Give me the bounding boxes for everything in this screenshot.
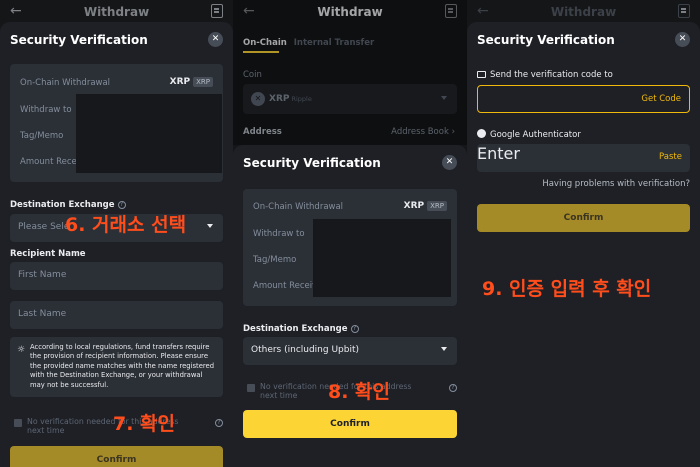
destination-exchange-label-text: Destination Exchange xyxy=(243,324,348,334)
authenticator-placeholder: Enter xyxy=(477,144,520,163)
verification-problems-link[interactable]: Having problems with verification? xyxy=(542,179,690,189)
destination-exchange-select[interactable]: Others (including Upbit) xyxy=(243,337,457,365)
google-authenticator-label: Google Authenticator xyxy=(477,129,581,140)
record-icon[interactable] xyxy=(678,4,690,18)
page-title: Withdraw xyxy=(83,5,150,19)
chevron-down-icon xyxy=(207,224,213,228)
redacted-block xyxy=(76,94,222,173)
tag-memo-label: Tag/Memo xyxy=(20,131,64,141)
help-icon[interactable]: ? xyxy=(449,384,457,392)
close-icon[interactable]: ✕ xyxy=(442,155,457,170)
panel-verification-code: ← Withdraw Security Verification ✕ Send … xyxy=(467,0,700,467)
top-bar: ← Withdraw xyxy=(0,0,233,24)
get-code-button[interactable]: Get Code xyxy=(641,94,681,104)
notice-text: According to local regulations, fund tra… xyxy=(30,343,215,389)
annotation-confirm: 7. 확인 xyxy=(113,413,176,435)
dim-overlay xyxy=(233,0,467,145)
destination-exchange-label-text: Destination Exchange xyxy=(10,200,115,210)
lightbulb-icon: ☼ xyxy=(17,345,26,355)
sheet-title: Security Verification xyxy=(10,33,148,47)
destination-placeholder: Please Sele xyxy=(18,222,70,232)
redacted-block xyxy=(313,219,451,297)
recipient-name-label: Recipient Name xyxy=(10,249,86,259)
mail-icon xyxy=(477,71,486,78)
back-arrow-icon[interactable]: ← xyxy=(10,3,22,19)
record-icon[interactable] xyxy=(211,4,223,18)
coin-name: XRP xyxy=(403,201,425,211)
panel-destination-confirm: ← Withdraw On-Chain Internal Transfer Co… xyxy=(233,0,467,467)
last-name-placeholder: Last Name xyxy=(18,309,67,319)
skip-verification-checkbox[interactable] xyxy=(14,419,22,427)
sheet-title: Security Verification xyxy=(243,156,381,170)
on-chain-label: On-Chain Withdrawal xyxy=(20,78,111,88)
coin-name: XRP xyxy=(169,77,191,87)
confirm-button[interactable]: Confirm xyxy=(10,446,223,467)
coin-tag: XRP xyxy=(427,201,447,211)
google-authenticator-text: Google Authenticator xyxy=(490,130,581,140)
confirm-button[interactable]: Confirm xyxy=(243,410,457,438)
skip-verification-checkbox[interactable] xyxy=(247,384,255,392)
security-verification-sheet: Security Verification ✕ Send the verific… xyxy=(467,22,700,467)
coin-value: XRP XRP xyxy=(170,77,213,87)
first-name-placeholder: First Name xyxy=(18,270,67,280)
last-name-input[interactable]: Last Name xyxy=(10,301,223,329)
coin-tag: XRP xyxy=(193,77,213,87)
on-chain-label: On-Chain Withdrawal xyxy=(253,202,344,212)
send-code-text: Send the verification code to xyxy=(490,70,613,80)
destination-value: Others (including Upbit) xyxy=(251,345,360,355)
close-icon[interactable]: ✕ xyxy=(675,32,690,47)
panel-destination-select: ← Withdraw Security Verification ✕ On-Ch… xyxy=(0,0,233,467)
confirm-button[interactable]: Confirm xyxy=(477,204,690,232)
annotation-select-exchange: 6. 거래소 선택 xyxy=(65,214,187,236)
sheet-title: Security Verification xyxy=(477,33,615,47)
help-icon[interactable]: ? xyxy=(117,201,126,209)
back-arrow-icon[interactable]: ← xyxy=(477,3,489,19)
annotation-enter-and-confirm: 9. 인증 입력 후 확인 xyxy=(482,278,652,300)
authenticator-code-input[interactable]: Enter Paste xyxy=(477,144,690,172)
destination-exchange-label: Destination Exchange? xyxy=(243,324,359,334)
page-title: Withdraw xyxy=(550,5,617,19)
tag-memo-label: Tag/Memo xyxy=(253,255,297,265)
security-verification-sheet: Security Verification ✕ On-Chain Withdra… xyxy=(0,22,233,467)
withdraw-to-label: Withdraw to xyxy=(253,229,305,239)
email-code-input[interactable]: Get Code xyxy=(477,85,690,113)
withdraw-to-label: Withdraw to xyxy=(20,105,72,115)
chevron-down-icon xyxy=(441,347,447,351)
amount-receive-label: Amount Receive xyxy=(253,281,323,291)
regulation-notice: ☼ According to local regulations, fund t… xyxy=(10,337,223,397)
send-code-label: Send the verification code to xyxy=(477,70,613,80)
coin-value: XRP XRP xyxy=(404,201,447,211)
help-icon[interactable]: ? xyxy=(215,419,223,427)
security-verification-sheet: Security Verification ✕ On-Chain Withdra… xyxy=(233,145,467,467)
google-authenticator-icon xyxy=(477,129,486,138)
withdrawal-summary-card: On-Chain Withdrawal XRP XRP Withdraw to T… xyxy=(10,64,223,182)
paste-button[interactable]: Paste xyxy=(659,152,682,162)
destination-exchange-label: Destination Exchange? xyxy=(10,200,126,210)
first-name-input[interactable]: First Name xyxy=(10,262,223,290)
help-icon[interactable]: ? xyxy=(350,325,359,333)
annotation-confirm: 8. 확인 xyxy=(328,381,391,403)
top-bar: ← Withdraw xyxy=(467,0,700,24)
withdrawal-summary-card: On-Chain Withdrawal XRP XRP Withdraw to T… xyxy=(243,189,457,306)
close-icon[interactable]: ✕ xyxy=(208,32,223,47)
